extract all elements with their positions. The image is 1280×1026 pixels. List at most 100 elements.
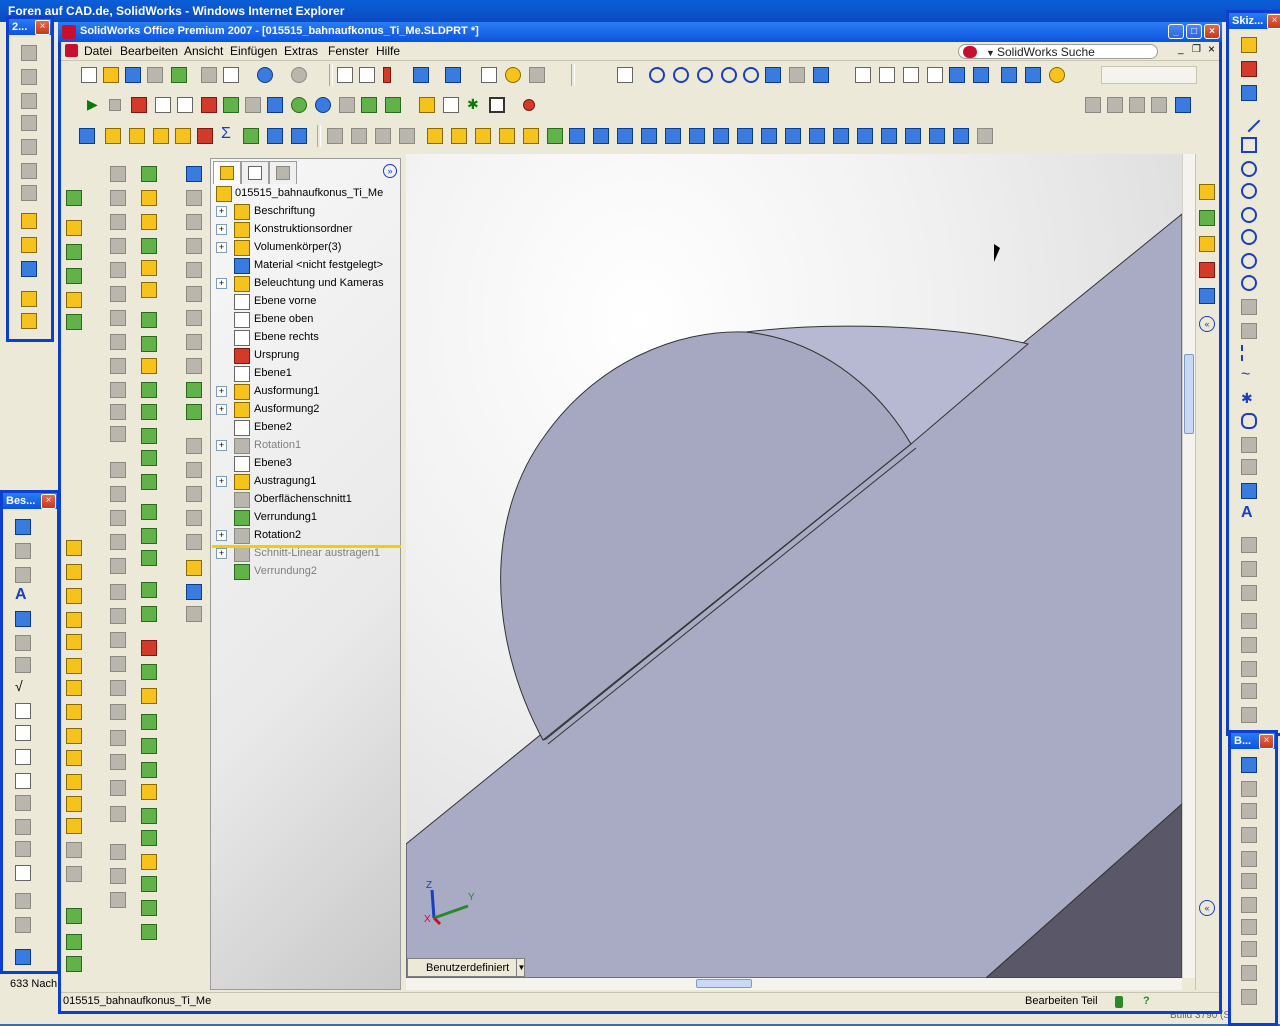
vtool-15-icon[interactable]	[66, 728, 82, 744]
vtool-98-icon[interactable]	[186, 438, 202, 454]
vtool-50-icon[interactable]	[110, 780, 126, 796]
menu-ansicht[interactable]: Ansicht	[181, 43, 226, 59]
tool-ae-icon[interactable]	[857, 128, 873, 144]
toolbox-icon[interactable]	[267, 97, 283, 113]
zoom-in-out-icon[interactable]	[697, 67, 713, 83]
centerline-icon[interactable]	[1241, 345, 1257, 361]
vtool-73-icon[interactable]	[141, 606, 157, 622]
arc-center-icon[interactable]	[1241, 229, 1257, 245]
stool-29-icon[interactable]	[1241, 707, 1257, 723]
library-icon[interactable]	[339, 97, 355, 113]
sketch-3d-icon[interactable]	[1241, 61, 1257, 77]
vtool-42-icon[interactable]	[110, 584, 126, 600]
tool-aj-icon[interactable]	[977, 128, 993, 144]
tool-n-icon[interactable]	[451, 128, 467, 144]
vtool-69-icon[interactable]	[141, 504, 157, 520]
vtool-70-icon[interactable]	[141, 528, 157, 544]
vtool-82-icon[interactable]	[141, 830, 157, 846]
record-macro-icon[interactable]	[131, 97, 147, 113]
tab-configuration-manager[interactable]	[269, 161, 297, 184]
ptool-12-icon[interactable]	[21, 313, 37, 329]
vtool-61-icon[interactable]	[141, 312, 157, 328]
tool-z-icon[interactable]	[737, 128, 753, 144]
vtool-29-icon[interactable]	[110, 262, 126, 278]
vtool-63-icon[interactable]	[141, 358, 157, 374]
vtool-101-icon[interactable]	[186, 510, 202, 526]
config-dropdown[interactable]	[1101, 66, 1197, 84]
note-icon[interactable]: A	[15, 587, 31, 603]
expand-icon[interactable]: +	[216, 548, 227, 559]
vtool-105-icon[interactable]	[186, 606, 202, 622]
new-icon[interactable]	[81, 67, 97, 83]
vtool-51-icon[interactable]	[110, 806, 126, 822]
cancel-macro-icon[interactable]	[201, 97, 217, 113]
vtool-71-icon[interactable]	[141, 550, 157, 566]
vtool-30-icon[interactable]	[110, 286, 126, 302]
graphics-viewport[interactable]: Z Y X	[406, 154, 1182, 978]
ptool-6-icon[interactable]	[21, 163, 37, 179]
vtool-36-icon[interactable]	[110, 426, 126, 442]
expand-icon[interactable]: +	[216, 224, 227, 235]
smart-dimension-icon[interactable]	[15, 519, 31, 535]
realview-icon[interactable]	[1025, 67, 1041, 83]
hidden-lines-visible-icon[interactable]	[879, 67, 895, 83]
vtool-1-icon[interactable]	[66, 190, 82, 206]
properties-icon[interactable]	[481, 67, 497, 83]
table-icon[interactable]	[15, 949, 31, 965]
tool-u-icon[interactable]	[617, 128, 633, 144]
rectangle-icon[interactable]	[1241, 137, 1257, 153]
vtool-46-icon[interactable]	[110, 680, 126, 696]
pan-icon[interactable]	[765, 67, 781, 83]
open-icon[interactable]	[103, 67, 119, 83]
vtool-5-icon[interactable]	[66, 292, 82, 308]
vtool-45-icon[interactable]	[110, 656, 126, 672]
vtool-18-icon[interactable]	[66, 796, 82, 812]
btool-14-icon[interactable]	[15, 819, 31, 835]
vtool-72-icon[interactable]	[141, 582, 157, 598]
window-titlebar[interactable]: SolidWorks Office Premium 2007 - [015515…	[58, 22, 1222, 42]
vtool-3-icon[interactable]	[66, 244, 82, 260]
btool-11-icon[interactable]	[15, 749, 31, 765]
shaded-edges-icon[interactable]	[927, 67, 943, 83]
vtool-81-icon[interactable]	[141, 808, 157, 824]
close-button[interactable]: ×	[1204, 24, 1220, 39]
vtool-80-icon[interactable]	[141, 784, 157, 800]
scroll-thumb[interactable]	[1184, 354, 1194, 434]
ptool-4-icon[interactable]	[21, 115, 37, 131]
vtool-55-icon[interactable]	[141, 166, 157, 182]
arc-tangent-icon[interactable]	[1241, 253, 1257, 269]
tab-feature-manager[interactable]	[213, 161, 241, 184]
stool-27-icon[interactable]	[1241, 661, 1257, 677]
roll-icon[interactable]	[789, 67, 805, 83]
vtool-54-icon[interactable]	[110, 892, 126, 908]
search-results-icon[interactable]	[1199, 262, 1215, 278]
pattern-circular-icon[interactable]	[1241, 459, 1257, 475]
spline-gray-icon[interactable]	[1241, 299, 1257, 315]
arc-3pt-icon[interactable]	[1241, 275, 1257, 291]
feature-2-icon[interactable]	[1107, 97, 1123, 113]
tool-ad-icon[interactable]	[833, 128, 849, 144]
make-drawing-icon[interactable]	[171, 67, 187, 83]
vtool-95-icon[interactable]	[186, 358, 202, 374]
vtool-60-icon[interactable]	[141, 282, 157, 298]
hidden-lines-removed-icon[interactable]	[903, 67, 919, 83]
rotate-icon[interactable]	[743, 67, 759, 83]
tool-v-icon[interactable]	[641, 128, 657, 144]
assembly-icon[interactable]	[361, 97, 377, 113]
rtool-4-icon[interactable]	[1241, 827, 1257, 843]
ptool-3-icon[interactable]	[21, 93, 37, 109]
vtool-53-icon[interactable]	[110, 868, 126, 884]
vtool-28-icon[interactable]	[110, 238, 126, 254]
section-view-icon[interactable]	[1001, 67, 1017, 83]
view-tab-dropdown-icon[interactable]: ▼	[516, 959, 526, 977]
vtool-16-icon[interactable]	[66, 750, 82, 766]
exit-sketch-icon[interactable]	[523, 99, 535, 111]
tool-j-icon[interactable]	[351, 128, 367, 144]
tool-f-icon[interactable]	[243, 128, 259, 144]
status-help[interactable]: ?	[1143, 993, 1150, 1010]
feature-4-icon[interactable]	[1151, 97, 1167, 113]
tool-c-icon[interactable]	[153, 128, 169, 144]
vtool-77-icon[interactable]	[141, 714, 157, 730]
expand-icon[interactable]: +	[216, 242, 227, 253]
palette-left-bottom-close-button[interactable]: ×	[41, 494, 56, 509]
